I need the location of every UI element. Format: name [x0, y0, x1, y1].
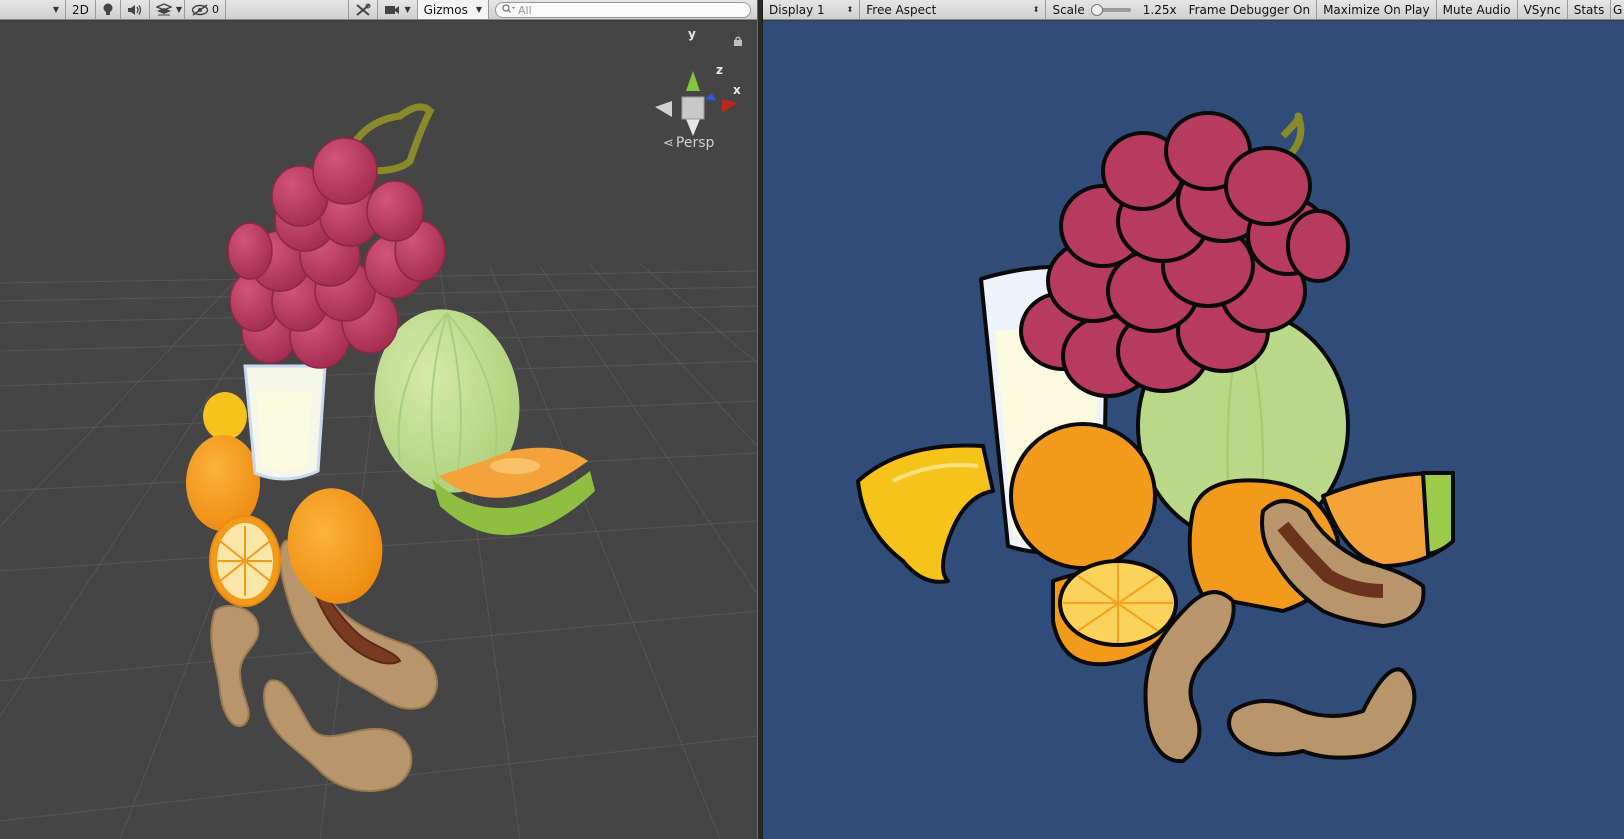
mute-label: Mute Audio [1442, 2, 1511, 17]
scale-label: Scale [1052, 2, 1085, 17]
vsync-label: VSync [1523, 2, 1561, 17]
scale-slider[interactable] [1090, 3, 1131, 16]
camera-settings-button[interactable]: ▼ [378, 0, 418, 19]
effects-icon [155, 2, 172, 17]
mute-audio-button[interactable]: Mute Audio [1437, 0, 1518, 19]
updown-arrow-icon: ⬍ [846, 5, 854, 14]
frame-debugger-button[interactable]: Frame Debugger On [1183, 0, 1318, 19]
unity-editor: ▼ 2D ▼ 0 ▼ Gizmos ▼ All Display 1 ⬍ Free… [0, 0, 1624, 839]
hidden-count: 0 [212, 3, 220, 16]
maximize-label: Maximize On Play [1323, 2, 1430, 17]
stats-label: Stats [1573, 2, 1605, 17]
audio-icon [127, 4, 143, 16]
axis-y-label: y [688, 27, 696, 41]
shading-mode-dropdown[interactable]: ▼ [0, 0, 66, 19]
frame-debugger-label: Frame Debugger On [1188, 2, 1311, 17]
gizmos-label: Gizmos [423, 2, 468, 17]
scene-toolbar: ▼ 2D ▼ 0 ▼ Gizmos ▼ All [0, 0, 757, 20]
tools-icon [355, 3, 371, 17]
scene-search-input[interactable]: All [495, 2, 751, 18]
scene-canvas [0, 71, 757, 839]
scale-control: Scale 1.25x [1046, 0, 1182, 19]
lock-icon[interactable] [733, 35, 743, 49]
game-gizmos-label: G [1613, 2, 1623, 17]
aspect-dropdown[interactable]: Free Aspect ⬍ [860, 0, 1047, 19]
game-toolbar: Display 1 ⬍ Free Aspect ⬍ Scale 1.25x Fr… [763, 0, 1624, 20]
projection-toggle[interactable]: ⋖ Persp [663, 135, 714, 151]
updown-arrow-icon: ⬍ [1032, 5, 1040, 14]
effects-button[interactable]: ▼ [150, 0, 186, 19]
tools-button[interactable] [348, 0, 379, 19]
perspective-icon: ⋖ [663, 136, 674, 151]
lightbulb-icon [102, 3, 114, 17]
lighting-toggle-button[interactable] [96, 0, 121, 19]
display-dropdown[interactable]: Display 1 ⬍ [763, 0, 861, 19]
camera-icon [384, 4, 400, 16]
audio-toggle-button[interactable] [121, 0, 150, 19]
axis-z-label: z [716, 63, 723, 77]
search-icon [502, 3, 516, 17]
orientation-gizmo-icon[interactable] [655, 71, 738, 136]
projection-label: Persp [675, 135, 715, 151]
search-placeholder: All [518, 3, 532, 17]
chevron-down-icon: ▼ [175, 5, 183, 14]
chevron-down-icon: ▼ [52, 5, 59, 14]
scene-melon [374, 309, 595, 536]
scale-slider-knob[interactable] [1090, 3, 1103, 16]
visibility-icon [191, 3, 209, 16]
chevron-down-icon: ▼ [475, 5, 482, 14]
scene-visibility-button[interactable]: 0 [185, 0, 227, 19]
game-gizmos-button[interactable]: G [1611, 0, 1624, 19]
gizmos-dropdown[interactable]: Gizmos ▼ [417, 0, 489, 19]
game-canvas [763, 21, 1624, 839]
stats-button[interactable]: Stats [1568, 0, 1612, 19]
game-view [763, 21, 1624, 839]
axis-x-label: x [733, 83, 741, 97]
vsync-button[interactable]: VSync [1518, 0, 1568, 19]
scene-glass [243, 364, 327, 481]
display-label: Display 1 [769, 2, 825, 17]
chevron-down-icon: ▼ [404, 5, 411, 14]
scale-value: 1.25x [1142, 2, 1177, 17]
scene-view[interactable]: y z x ⋖ Persp [0, 21, 757, 839]
2d-toggle-button[interactable]: 2D [66, 0, 96, 19]
2d-label: 2D [72, 2, 89, 17]
aspect-label: Free Aspect [866, 2, 937, 17]
maximize-on-play-button[interactable]: Maximize On Play [1317, 0, 1437, 19]
